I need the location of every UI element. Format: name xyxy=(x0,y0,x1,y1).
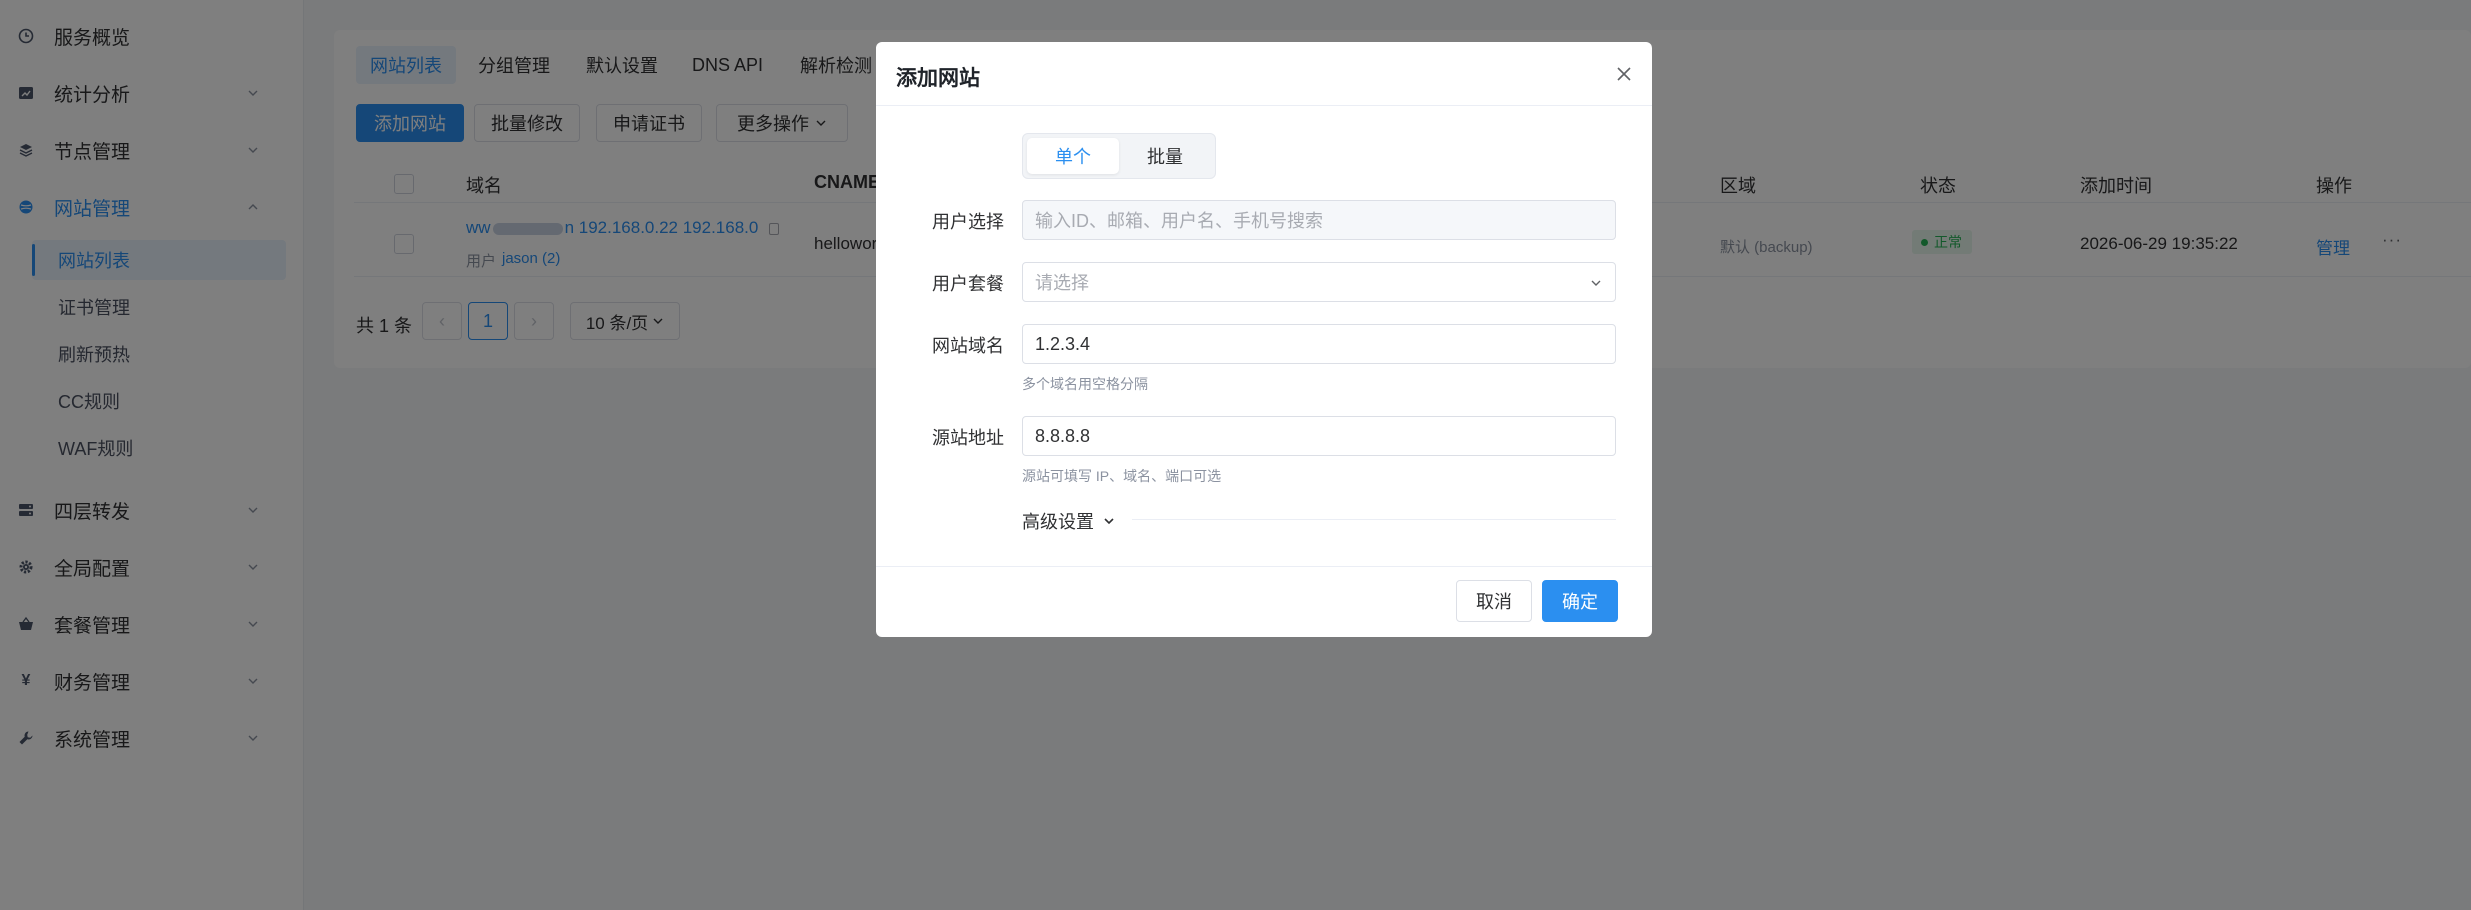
origin-input[interactable]: 8.8.8.8 xyxy=(1022,416,1616,456)
cancel-button[interactable]: 取消 xyxy=(1456,580,1532,622)
domain-label: 网站域名 xyxy=(932,336,1004,356)
add-website-dialog: 添加网站 单个 批量 用户选择 输入ID、邮箱、用户名、手机号搜索 用户套餐 请… xyxy=(876,42,1652,637)
plan-label: 用户套餐 xyxy=(932,274,1004,294)
origin-label: 源站地址 xyxy=(932,428,1004,448)
chevron-down-icon xyxy=(1104,518,1114,525)
advanced-settings-label: 高级设置 xyxy=(1022,512,1094,532)
user-search-placeholder: 输入ID、邮箱、用户名、手机号搜索 xyxy=(1035,211,1323,231)
mode-segmented-control: 单个 批量 xyxy=(1022,133,1216,179)
dialog-header-divider xyxy=(876,105,1652,106)
advanced-settings-toggle[interactable]: 高级设置 xyxy=(1022,508,1116,534)
plan-placeholder: 请选择 xyxy=(1035,273,1089,293)
domain-input-value: 1.2.3.4 xyxy=(1035,333,1091,354)
origin-input-value: 8.8.8.8 xyxy=(1035,425,1091,446)
confirm-button[interactable]: 确定 xyxy=(1542,580,1618,622)
chevron-down-icon xyxy=(1591,280,1601,286)
user-search-input[interactable]: 输入ID、邮箱、用户名、手机号搜索 xyxy=(1022,200,1616,240)
close-icon[interactable] xyxy=(1612,62,1636,86)
domain-input[interactable]: 1.2.3.4 xyxy=(1022,324,1616,364)
origin-hint: 源站可填写 IP、域名、端口可选 xyxy=(1022,468,1222,484)
segment-batch[interactable]: 批量 xyxy=(1119,138,1211,174)
plan-select[interactable]: 请选择 xyxy=(1022,262,1616,302)
user-select-label: 用户选择 xyxy=(932,212,1004,232)
domain-hint: 多个域名用空格分隔 xyxy=(1022,376,1148,392)
advanced-divider xyxy=(1132,519,1616,520)
segment-single[interactable]: 单个 xyxy=(1027,138,1119,174)
dialog-title: 添加网站 xyxy=(896,67,980,90)
dialog-footer-divider xyxy=(876,566,1652,567)
